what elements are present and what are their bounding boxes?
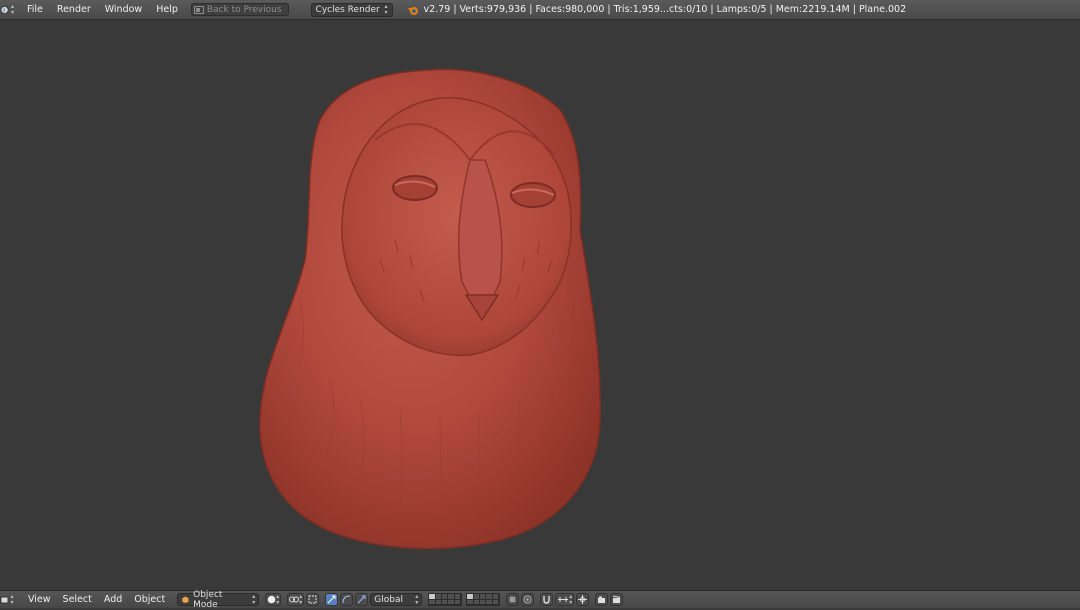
blender-logo-icon (407, 6, 418, 15)
snap-increment-icon (558, 597, 569, 602)
object-mode-icon (181, 595, 190, 604)
chevron-updown-icon: ▴ ▾ (10, 2, 14, 16)
snap-toggle-button[interactable] (540, 593, 554, 606)
scale-manipulator-button[interactable] (355, 593, 369, 606)
transform-orientation-select[interactable]: Global ▴ ▾ (370, 592, 423, 606)
pivot-point-icon (289, 596, 300, 603)
3d-view-header: ▴ ▾ View Select Add Object Object Mode ▴ ▾… (0, 590, 1080, 610)
scene-statistics: v2.79 | Verts:979,936 | Faces:980,000 | … (423, 4, 907, 15)
translate-manipulator-button[interactable] (325, 593, 339, 606)
chevron-updown-icon: ▴ ▾ (384, 2, 388, 16)
chevron-updown-icon: ▴ ▾ (276, 592, 280, 606)
rotate-arc-icon (342, 595, 351, 604)
lock-camera-button[interactable] (506, 593, 520, 606)
rotate-manipulator-button[interactable] (340, 593, 354, 606)
snap-target-icon (578, 595, 588, 604)
layer-block-1[interactable] (428, 593, 463, 606)
menu-object[interactable]: Object (128, 594, 171, 605)
menu-window[interactable]: Window (98, 4, 149, 15)
chevron-updown-icon: ▴ ▾ (299, 592, 303, 606)
interaction-mode-value: Object Mode (193, 589, 223, 610)
solid-shading-icon (267, 595, 276, 604)
info-editor-icon: i (0, 5, 9, 14)
back-to-previous-label: Back to Previous (206, 4, 282, 15)
info-header: i ▴ ▾ File Render Window Help Back to Pre… (0, 0, 1080, 20)
menu-view[interactable]: View (22, 594, 57, 605)
chevron-updown-icon: ▴ ▾ (252, 592, 256, 606)
translate-arrow-icon (327, 595, 336, 604)
snap-element-button[interactable]: ▴ ▾ (555, 592, 575, 606)
layer-selector[interactable] (428, 593, 501, 606)
pivot-point-button[interactable]: ▴ ▾ (287, 592, 305, 606)
screen-back-icon (193, 5, 204, 14)
snap-target-button[interactable] (576, 593, 590, 606)
clapperboard-icon (613, 595, 621, 603)
proportional-edit-icon (523, 595, 532, 604)
opengl-animation-button[interactable] (610, 593, 624, 606)
svg-text:i: i (3, 6, 5, 14)
render-engine-value: Cycles Render (315, 4, 380, 15)
proportional-edit-button[interactable] (521, 593, 535, 606)
editor-type-selector[interactable]: ▴ ▾ (0, 593, 14, 607)
render-engine-select[interactable]: Cycles Render ▴ ▾ (310, 2, 393, 17)
layer-button[interactable] (492, 599, 500, 605)
menu-add[interactable]: Add (98, 594, 128, 605)
scale-arrow-icon (357, 595, 366, 604)
menu-select[interactable]: Select (57, 594, 98, 605)
transform-orientation-value: Global (374, 594, 403, 605)
camera-render-icon (598, 596, 606, 603)
viewport-shading-button[interactable]: ▴ ▾ (265, 592, 282, 606)
chevron-updown-icon: ▴ ▾ (10, 592, 14, 606)
manipulator-toggle-button[interactable] (306, 593, 320, 606)
menu-file[interactable]: File (20, 4, 50, 15)
manipulator-icon (308, 595, 317, 604)
interaction-mode-select[interactable]: Object Mode ▴ ▾ (177, 590, 260, 610)
menu-render[interactable]: Render (50, 4, 98, 15)
layer-block-2[interactable] (466, 593, 501, 606)
editor-type-selector[interactable]: i ▴ ▾ (0, 3, 14, 17)
owl-sculpt-model[interactable] (0, 20, 1080, 590)
layer-button[interactable] (454, 599, 462, 605)
layers-lock-icon (508, 595, 517, 604)
chevron-updown-icon: ▴ ▾ (569, 592, 573, 606)
3d-view-icon (0, 596, 9, 603)
chevron-updown-icon: ▴ ▾ (415, 592, 419, 606)
menu-help[interactable]: Help (149, 4, 185, 15)
back-to-previous-button[interactable]: Back to Previous (190, 3, 289, 16)
opengl-render-button[interactable] (595, 593, 609, 606)
3d-viewport[interactable] (0, 20, 1080, 590)
magnet-icon (543, 596, 550, 604)
